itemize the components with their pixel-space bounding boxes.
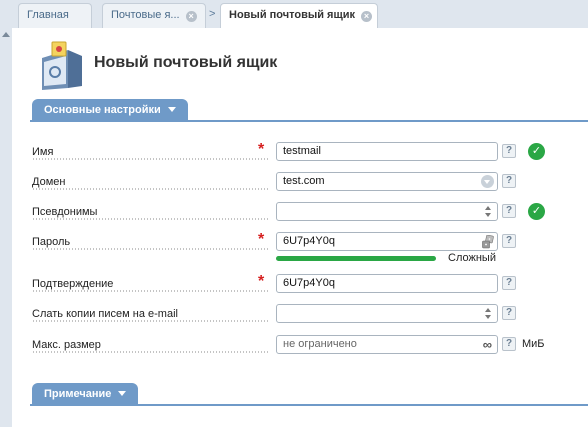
domain-select[interactable]: test.com: [276, 172, 498, 191]
name-input[interactable]: testmail: [276, 142, 498, 161]
breadcrumb-arrow-icon: >: [209, 8, 216, 20]
required-marker: *: [258, 231, 265, 248]
field-label-aliases: Псевдонимы: [32, 206, 100, 218]
password-input[interactable]: 6U7p4Y0q: [276, 232, 498, 251]
password-strength-label: Сложный: [448, 252, 496, 264]
aliases-input[interactable]: [276, 202, 498, 221]
confirm-password-input[interactable]: 6U7p4Y0q: [276, 274, 498, 293]
password-value: 6U7p4Y0q: [283, 235, 335, 247]
collapse-arrow-icon[interactable]: [2, 32, 10, 37]
tab-home[interactable]: Главная: [18, 3, 92, 28]
required-marker: *: [258, 141, 265, 158]
help-icon[interactable]: ?: [502, 234, 516, 248]
tab-label: Главная: [27, 9, 69, 21]
field-row-domain: Домен test.com ?: [32, 172, 588, 192]
tab-label: Почтовые я...: [111, 9, 180, 21]
help-icon[interactable]: ?: [502, 337, 516, 351]
field-label-password: Пароль: [32, 236, 73, 248]
infinity-icon[interactable]: ∞: [483, 338, 492, 352]
field-row-copies: Слать копии писем на e-mail ?: [32, 304, 588, 324]
mailbox-icon: [42, 41, 82, 90]
tab-bar: Главная Почтовые я... × > Новый почтовый …: [0, 0, 588, 29]
close-icon[interactable]: ×: [361, 11, 373, 22]
left-sidebar-collapsed[interactable]: [0, 28, 12, 427]
caret-down-icon: [118, 391, 127, 396]
help-icon[interactable]: ?: [502, 174, 516, 188]
field-row-max-size: Макс. размер не ограничено ∞ ? МиБ: [32, 335, 588, 355]
copies-email-input[interactable]: [276, 304, 498, 323]
tab-mailboxes[interactable]: Почтовые я... ×: [102, 3, 206, 28]
field-label-max-size: Макс. размер: [32, 339, 103, 351]
size-unit-label: МиБ: [522, 338, 545, 350]
tab-new-mailbox[interactable]: Новый почтовый ящик ×: [220, 3, 378, 29]
generate-password-icon[interactable]: [482, 235, 494, 249]
field-label-confirm: Подтверждение: [32, 278, 116, 290]
field-row-confirm: Подтверждение * 6U7p4Y0q ?: [32, 273, 588, 294]
field-row-name: Имя * testmail ? ✓: [32, 141, 588, 162]
required-marker: *: [258, 273, 265, 290]
tab-label: Новый почтовый ящик: [229, 9, 356, 21]
field-row-password: Пароль * 6U7p4Y0q ?: [32, 231, 588, 252]
resize-arrows-icon[interactable]: [485, 307, 493, 321]
close-icon[interactable]: ×: [185, 11, 197, 22]
field-label-copies: Слать копии писем на e-mail: [32, 308, 180, 320]
domain-value: test.com: [283, 175, 325, 187]
max-size-placeholder: не ограничено: [283, 338, 357, 350]
max-size-input[interactable]: не ограничено ∞: [276, 335, 498, 354]
section-divider: [30, 120, 588, 122]
help-icon[interactable]: ?: [502, 204, 516, 218]
check-icon: ✓: [528, 203, 545, 220]
check-icon: ✓: [528, 143, 545, 160]
page-title: Новый почтовый ящик: [94, 54, 278, 71]
help-icon[interactable]: ?: [502, 144, 516, 158]
resize-arrows-icon[interactable]: [485, 205, 493, 219]
section-main-settings-toggle[interactable]: Основные настройки: [32, 99, 188, 121]
chevron-down-icon[interactable]: [481, 175, 494, 188]
help-icon[interactable]: ?: [502, 276, 516, 290]
field-label-domain: Домен: [32, 176, 68, 188]
section-divider: [30, 404, 588, 406]
caret-down-icon: [167, 107, 176, 112]
password-strength-bar: [276, 256, 436, 261]
help-icon[interactable]: ?: [502, 306, 516, 320]
section-label: Основные настройки: [44, 104, 161, 116]
field-row-aliases: Псевдонимы ? ✓: [32, 202, 588, 222]
section-note-toggle[interactable]: Примечание: [32, 383, 139, 405]
section-label: Примечание: [44, 388, 112, 400]
field-label-name: Имя: [32, 146, 56, 158]
content-panel: Новый почтовый ящик Основные настройки И…: [12, 28, 588, 427]
